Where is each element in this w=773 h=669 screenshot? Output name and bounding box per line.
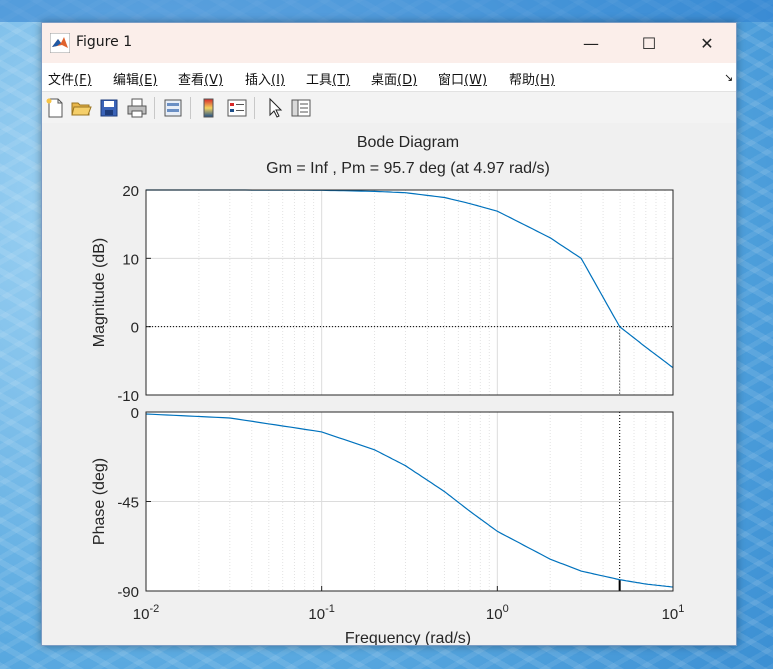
close-icon: ✕ [700,33,714,53]
y-tick-label: 10 [122,251,139,268]
menu-help[interactable]: 帮助(H) [509,69,555,88]
bode-chart: Bode Diagram Gm = Inf , Pm = 95.7 deg (a… [91,134,685,647]
y-tick-label: 0 [131,320,139,337]
link-plot-icon[interactable] [162,97,184,119]
y-tick-label: -45 [117,495,139,512]
menu-overflow-icon[interactable]: ↘ [724,71,733,84]
toolbar-separator [254,97,255,119]
plot-area: Bode Diagram Gm = Inf , Pm = 95.7 deg (a… [42,123,736,647]
background-window-titlebar [0,0,773,22]
pointer-icon[interactable] [264,97,286,119]
open-file-icon[interactable] [70,97,92,119]
toolbar-separator [154,97,155,119]
x-tick-label: 10-2 [133,603,159,623]
chart-subtitle: Gm = Inf , Pm = 95.7 deg (at 4.97 rad/s) [266,160,550,177]
menu-edit[interactable]: 编辑(E) [113,69,157,88]
menu-file[interactable]: 文件(F) [48,69,92,88]
menu-insert[interactable]: 插入(I) [245,69,285,88]
minimize-icon: — [583,33,599,53]
menu-window[interactable]: 窗口(W) [438,69,487,88]
menu-desktop[interactable]: 桌面(D) [371,69,417,88]
toolbar-separator [190,97,191,119]
menu-bar: 文件(F) 编辑(E) 查看(V) 插入(I) 工具(T) 桌面(D) 窗口(W… [42,63,736,91]
maximize-icon: ☐ [641,33,657,53]
window-title: Figure 1 [76,34,133,50]
x-tick-label: 10-1 [308,603,334,623]
save-icon[interactable] [98,97,120,119]
print-icon[interactable] [126,97,148,119]
title-bar: Figure 1 — ☐ ✕ [42,23,736,63]
matlab-logo-icon [50,33,70,53]
magnitude-axis-label: Magnitude (dB) [91,238,108,347]
property-inspector-icon[interactable] [290,97,312,119]
y-tick-label: 0 [131,405,139,422]
maximize-button[interactable]: ☐ [620,23,678,63]
y-tick-label: 20 [122,183,139,200]
y-tick-label: -10 [117,388,139,405]
figure-window: Figure 1 — ☐ ✕ 文件(F) 编辑(E) 查看(V) 插入(I) 工… [41,22,737,647]
new-figure-icon[interactable] [44,97,66,119]
plot-background [146,190,673,395]
menu-tools[interactable]: 工具(T) [306,69,350,88]
y-tick-label: -90 [117,584,139,601]
phase-axis-label: Phase (deg) [91,458,108,545]
legend-icon[interactable] [226,97,248,119]
x-tick-label: 100 [486,603,509,623]
x-axis-label: Frequency (rad/s) [345,630,471,645]
close-button[interactable]: ✕ [678,23,736,63]
menu-view[interactable]: 查看(V) [178,69,223,88]
colorbar-icon[interactable] [198,97,220,119]
x-tick-label: 101 [662,603,685,623]
minimize-button[interactable]: — [562,23,620,63]
toolbar [42,91,736,124]
chart-title: Bode Diagram [357,134,459,151]
